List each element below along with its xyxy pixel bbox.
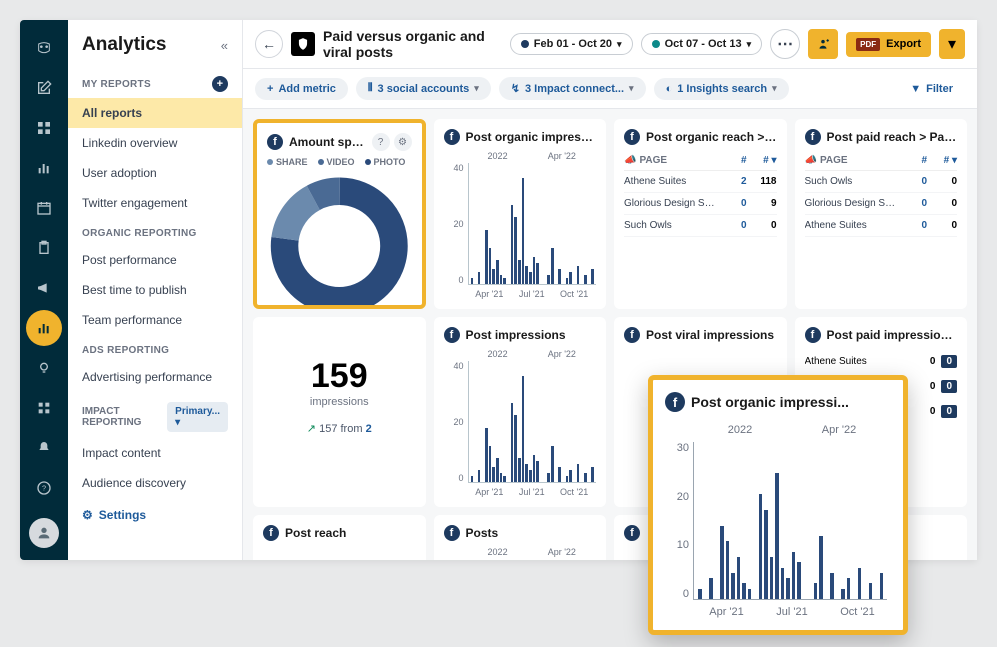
app-root: ? Analytics « MY REPORTS + All reports L… [20,20,977,560]
table-row[interactable]: Athene Suites2118 [624,171,777,193]
date-range-compare[interactable]: Oct 07 - Oct 13▾ [641,33,763,55]
facebook-icon: f [444,525,460,541]
more-menu-icon[interactable]: ⋯ [770,29,800,59]
facebook-icon: f [665,392,685,412]
card-impressions-total[interactable]: 159 impressions ↗ 157 from 2 [253,317,426,507]
social-accounts-filter[interactable]: ⫴3 social accounts▾ [356,77,491,100]
settings-link[interactable]: ⚙ Settings [68,498,242,532]
table-row[interactable]: Such Owls00 [624,215,777,237]
facebook-icon: f [805,129,821,145]
mini-chart: 2022Apr '22 40200 Apr '21Jul '21Oct '21 [444,349,597,497]
impact-primary-tag[interactable]: Primary... ▾ [167,402,228,432]
date-range-primary[interactable]: Feb 01 - Oct 20▾ [510,33,633,55]
page-title: Paid versus organic and viral posts [323,28,502,60]
lightbulb-icon[interactable] [26,350,62,386]
filter-button[interactable]: ▼Filter [898,78,965,100]
share-button[interactable] [808,29,838,59]
facebook-icon: f [624,327,640,343]
mini-chart: 2022Apr '22 40200 Apr '21Jul '21Oct '21 [444,151,597,299]
sidebar-title: Analytics [82,34,166,56]
paid-reach-table: 📣 PAGE## ▾ Such Owls00 Glorious Design S… [805,151,958,237]
export-button[interactable]: PDFExport [846,32,931,57]
help-icon[interactable]: ? [372,133,390,151]
collapse-sidebar-icon[interactable]: « [221,38,228,53]
streams-icon[interactable] [26,150,62,186]
dashboard-icon[interactable] [26,110,62,146]
card-paid-reach[interactable]: fPost paid reach > Page 📣 PAGE## ▾ Such … [795,119,968,309]
insights-search-filter[interactable]: ◐1 Insights search▾ [654,78,789,100]
user-avatar[interactable] [29,518,59,548]
donut-chart [267,171,412,309]
impressions-trend: ↗ 157 from 2 [263,422,416,435]
sidebar-item-twitter[interactable]: Twitter engagement [68,188,242,218]
megaphone-icon[interactable] [26,270,62,306]
clipboard-icon[interactable] [26,230,62,266]
facebook-icon: f [444,327,460,343]
calendar-icon[interactable] [26,190,62,226]
back-button[interactable]: ← [255,30,283,58]
owl-logo-icon[interactable] [26,30,62,66]
facebook-icon: f [444,129,460,145]
popout-chart: 2022Apr '22 3020100 Apr '21Jul '21Oct '2… [665,424,891,618]
sidebar-item-all-reports[interactable]: All reports [68,98,242,128]
section-organic: ORGANIC REPORTING [68,218,242,245]
sidebar-item-audience-discovery[interactable]: Audience discovery [68,468,242,498]
facebook-icon: f [267,134,283,150]
sidebar-item-team-perf[interactable]: Team performance [68,305,242,335]
section-impact: IMPACT REPORTING [82,406,161,428]
impressions-value: 159 [263,357,416,396]
report-icon [291,32,315,56]
link-icon: ↯ [511,82,520,95]
gear-icon[interactable]: ⚙ [394,133,412,151]
apps-icon[interactable] [26,390,62,426]
sidebar-item-ad-perf[interactable]: Advertising performance [68,362,242,392]
help-icon[interactable]: ? [26,470,62,506]
section-my-reports: MY REPORTS + [68,66,242,98]
gear-icon: ⚙ [82,508,93,522]
add-report-icon[interactable]: + [212,76,228,92]
sidebar-item-linkedin[interactable]: Linkedin overview [68,128,242,158]
card-organic-impressions[interactable]: fPost organic impressi... 2022Apr '22 40… [434,119,607,309]
table-row[interactable]: Athene Suites00 [805,215,958,237]
popout-card[interactable]: f Post organic impressi... 2022Apr '22 3… [648,375,908,635]
organic-reach-table: 📣 PAGE## ▾ Athene Suites2118 Glorious De… [624,151,777,237]
add-metric-button[interactable]: +Add metric [255,78,348,100]
facebook-icon: f [624,525,640,541]
sidebar: Analytics « MY REPORTS + All reports Lin… [68,20,243,560]
nav-rail: ? [20,20,68,560]
mini-chart: 2022Apr '22 [444,547,597,560]
pin-icon: ◐ [666,83,673,95]
funnel-icon: ▼ [910,83,921,95]
card-posts[interactable]: fPosts 2022Apr '22 [434,515,607,560]
svg-text:?: ? [42,484,46,493]
sidebar-item-best-time[interactable]: Best time to publish [68,275,242,305]
section-ads: ADS REPORTING [68,335,242,362]
sidebar-item-impact-content[interactable]: Impact content [68,438,242,468]
bell-icon[interactable] [26,430,62,466]
card-post-reach[interactable]: fPost reach [253,515,426,560]
compose-icon[interactable] [26,70,62,106]
list-item[interactable]: Athene Suites00 [805,349,958,374]
table-row[interactable]: Glorious Design Stu...09 [624,193,777,215]
bars-icon: ⫴ [368,82,373,95]
analytics-icon[interactable] [26,310,62,346]
donut-legend: SHARE VIDEO PHOTO [267,157,412,167]
table-row[interactable]: Glorious Design Stu...00 [805,193,958,215]
table-row[interactable]: Such Owls00 [805,171,958,193]
sidebar-item-post-perf[interactable]: Post performance [68,245,242,275]
toolbar: +Add metric ⫴3 social accounts▾ ↯3 Impac… [243,69,977,109]
topbar: ← Paid versus organic and viral posts Fe… [243,20,977,69]
facebook-icon: f [624,129,640,145]
sidebar-item-user-adoption[interactable]: User adoption [68,158,242,188]
card-amount-spent[interactable]: f Amount spent ?⚙ SHARE VIDEO PHOTO [253,119,426,309]
card-organic-reach[interactable]: fPost organic reach > ... 📣 PAGE## ▾ Ath… [614,119,787,309]
export-dropdown-icon[interactable]: ▾ [939,29,965,59]
facebook-icon: f [263,525,279,541]
facebook-icon: f [805,327,821,343]
card-post-impressions[interactable]: fPost impressions 2022Apr '22 40200 Apr … [434,317,607,507]
impact-connect-filter[interactable]: ↯3 Impact connect...▾ [499,77,646,100]
